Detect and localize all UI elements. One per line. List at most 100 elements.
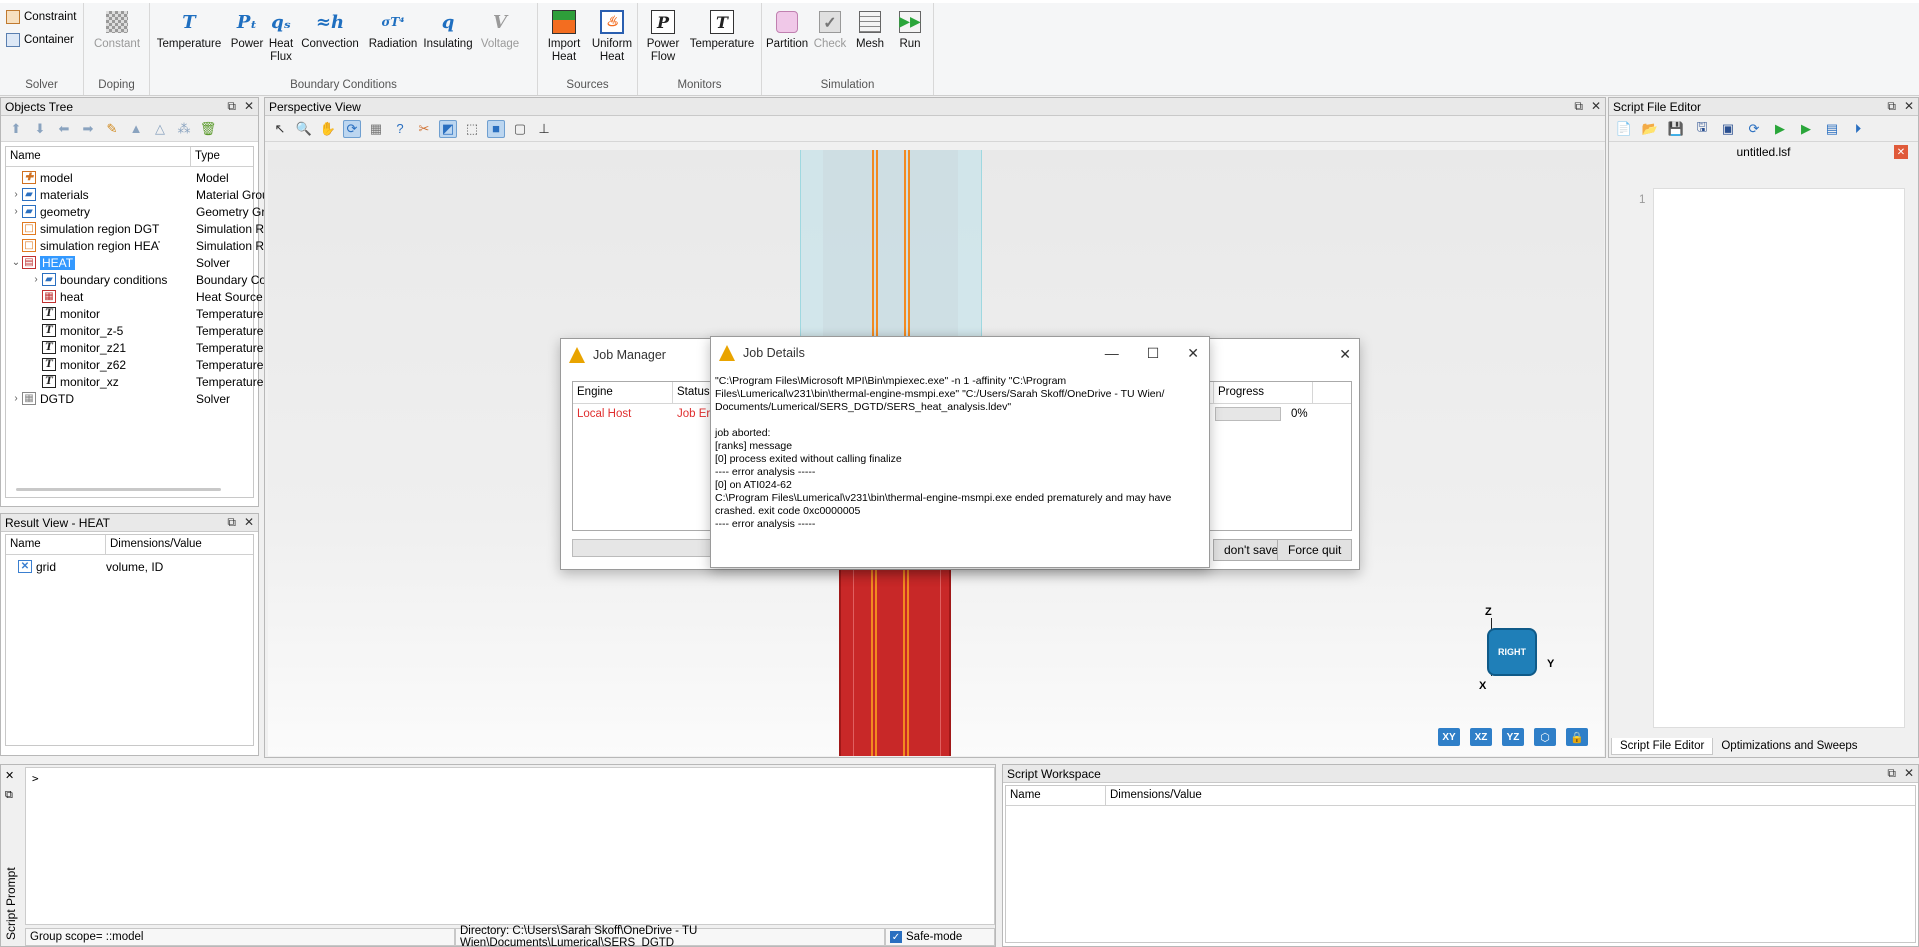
move-right-icon[interactable]: ➡ [79,120,97,138]
help-icon[interactable]: ? [391,120,409,138]
tree-item-monitor-xz[interactable]: Tmonitor_xz Temperature [6,373,263,390]
voltage-button[interactable]: V Voltage [478,9,522,51]
run-script-icon[interactable]: ▶ [1771,120,1789,138]
zoom-icon[interactable]: 🔍 [295,120,313,138]
float-icon[interactable]: ⧉ [227,99,236,114]
group-icon[interactable]: ▲ [127,120,145,138]
col-name[interactable]: Name [6,535,106,554]
lock-view-button[interactable]: 🔒 [1566,728,1588,746]
tab-script-file-editor[interactable]: Script File Editor [1611,738,1714,755]
reload-icon[interactable]: ⟳ [1745,120,1763,138]
close-icon[interactable]: ✕ [1591,99,1601,114]
radiation-button[interactable]: σT⁴ Radiation [368,9,418,51]
col-dimensions[interactable]: Dimensions/Value [106,535,253,554]
tab-optimizations-sweeps[interactable]: Optimizations and Sweeps [1713,738,1865,755]
force-quit-button[interactable]: Force quit [1277,539,1353,561]
col-progress[interactable]: Progress [1213,382,1313,404]
constant-button[interactable]: Constant [92,9,142,51]
safe-mode-toggle[interactable]: ✓ Safe-mode [885,928,995,946]
close-icon[interactable]: ✕ [1187,345,1199,362]
col-engine[interactable]: Engine [573,382,673,403]
axes-icon[interactable]: ⊥ [535,120,553,138]
uniform-heat-button[interactable]: ♨ Uniform Heat [590,9,634,64]
solid-view-icon[interactable]: ■ [487,119,505,138]
tree-item-geometry[interactable]: ›▰geometryGeometry Gro [6,203,264,220]
temperature-button[interactable]: T Temperature [154,9,224,51]
chevron-right-icon[interactable]: › [10,393,22,404]
select-icon[interactable]: ↖ [271,120,289,138]
save-all-icon[interactable]: ▣ [1719,120,1737,138]
tree-item-simulation-region-dgtd[interactable]: □ simulation region DGTD Simulation Re [6,220,264,237]
yz-view-button[interactable]: YZ [1502,728,1524,746]
split-icon[interactable]: ▤ [1823,120,1841,138]
result-row-grid[interactable]: ✕ grid volume, ID [6,558,253,575]
close-icon[interactable]: ✕ [244,515,254,530]
col-dimensions[interactable]: Dimensions/Value [1106,786,1915,805]
script-prompt-input[interactable]: > [25,767,995,925]
close-icon[interactable]: ✕ [1904,766,1914,781]
rotate-icon[interactable]: ⟳ [343,119,361,138]
cube-face-right[interactable]: RIGHT [1487,628,1537,676]
pyramid-icon[interactable]: △ [151,120,169,138]
wireframe-icon[interactable]: ⬚ [463,120,481,138]
run-button[interactable]: ▶▶ Run [892,9,928,51]
ruler-icon[interactable]: ✂ [415,120,433,138]
delete-icon[interactable]: 🗑 [199,120,217,138]
close-icon[interactable]: ✕ [1904,99,1914,114]
tree-item-heat[interactable]: ▦ heat Heat Source [6,288,263,305]
pick-icon[interactable]: ◩ [439,119,457,138]
step-icon[interactable]: ⏵ [1849,120,1867,138]
tree-item-monitor[interactable]: Tmonitor Temperature [6,305,263,322]
tree-item-heat[interactable]: ⌄ ▤ HEAT Solver [6,254,253,271]
partition-button[interactable]: Partition [766,9,808,51]
float-icon[interactable]: ⧉ [227,515,236,530]
mesh-button[interactable]: Mesh [852,9,888,51]
script-text-area[interactable] [1653,188,1905,728]
save-icon[interactable]: 💾 [1667,120,1685,138]
orientation-cube[interactable]: Z Y X RIGHT [1473,606,1554,692]
safe-mode-checkbox[interactable]: ✓ [890,931,902,943]
chevron-right-icon[interactable]: › [30,274,42,285]
edit-icon[interactable]: ✎ [103,120,121,138]
tree-item-monitor-z62[interactable]: Tmonitor_z62 Temperature [6,356,263,373]
import-heat-button[interactable]: Import Heat [542,9,586,64]
close-icon[interactable]: ✕ [244,99,254,114]
xy-view-button[interactable]: XY [1438,728,1460,746]
col-name[interactable]: Name [1006,786,1106,805]
tree-item-monitor-z-5[interactable]: Tmonitor_z-5 Temperature [6,322,263,339]
heat-flux-button[interactable]: qₛ Heat Flux [266,9,296,64]
open-file-icon[interactable]: 📂 [1641,120,1659,138]
move-left-icon[interactable]: ⬅ [55,120,73,138]
col-type[interactable]: Type [191,147,253,166]
constraint-button[interactable]: Constraint [6,10,76,24]
new-file-icon[interactable]: 📄 [1615,120,1633,138]
zoom-extent-icon[interactable]: ▦ [367,120,385,138]
float-icon[interactable]: ⧉ [1887,99,1896,114]
convection-button[interactable]: ≈h Convection [298,9,362,51]
check-button[interactable]: ✓ Check [812,9,848,51]
chevron-right-icon[interactable]: › [10,206,22,217]
float-icon[interactable]: ⧉ [5,789,13,802]
float-icon[interactable]: ⧉ [1574,99,1583,114]
tree-item-materials[interactable]: › ▰ materials Material Grou [6,186,264,203]
tree-item-monitor-z21[interactable]: Tmonitor_z21 Temperature [6,339,263,356]
pan-icon[interactable]: ✋ [319,120,337,138]
tree-item-boundary-conditions[interactable]: › ▰ boundary conditions Boundary Co [6,271,264,288]
xz-view-button[interactable]: XZ [1470,728,1492,746]
tree-item-model[interactable]: ✚ model Model [6,169,253,186]
horizontal-scrollbar[interactable] [16,488,221,491]
temperature-monitor-button[interactable]: T Temperature [686,9,758,51]
close-icon[interactable]: ✕ [1339,346,1351,363]
col-name[interactable]: Name [6,147,191,166]
power-button[interactable]: Pₜ Power [230,9,264,51]
float-icon[interactable]: ⧉ [1887,766,1896,781]
tree-item-dgtd[interactable]: › ▦ DGTD Solver [6,390,253,407]
array-icon[interactable]: ⁂ [175,120,193,138]
insulating-button[interactable]: q Insulating [422,9,474,51]
move-down-icon[interactable]: ⬇ [31,120,49,138]
close-tab-icon[interactable]: ✕ [1894,145,1908,159]
chevron-right-icon[interactable]: › [10,189,22,200]
transparent-view-icon[interactable]: ▢ [511,120,529,138]
run-icon[interactable]: ▶ [1797,120,1815,138]
maximize-icon[interactable]: ☐ [1147,345,1160,362]
